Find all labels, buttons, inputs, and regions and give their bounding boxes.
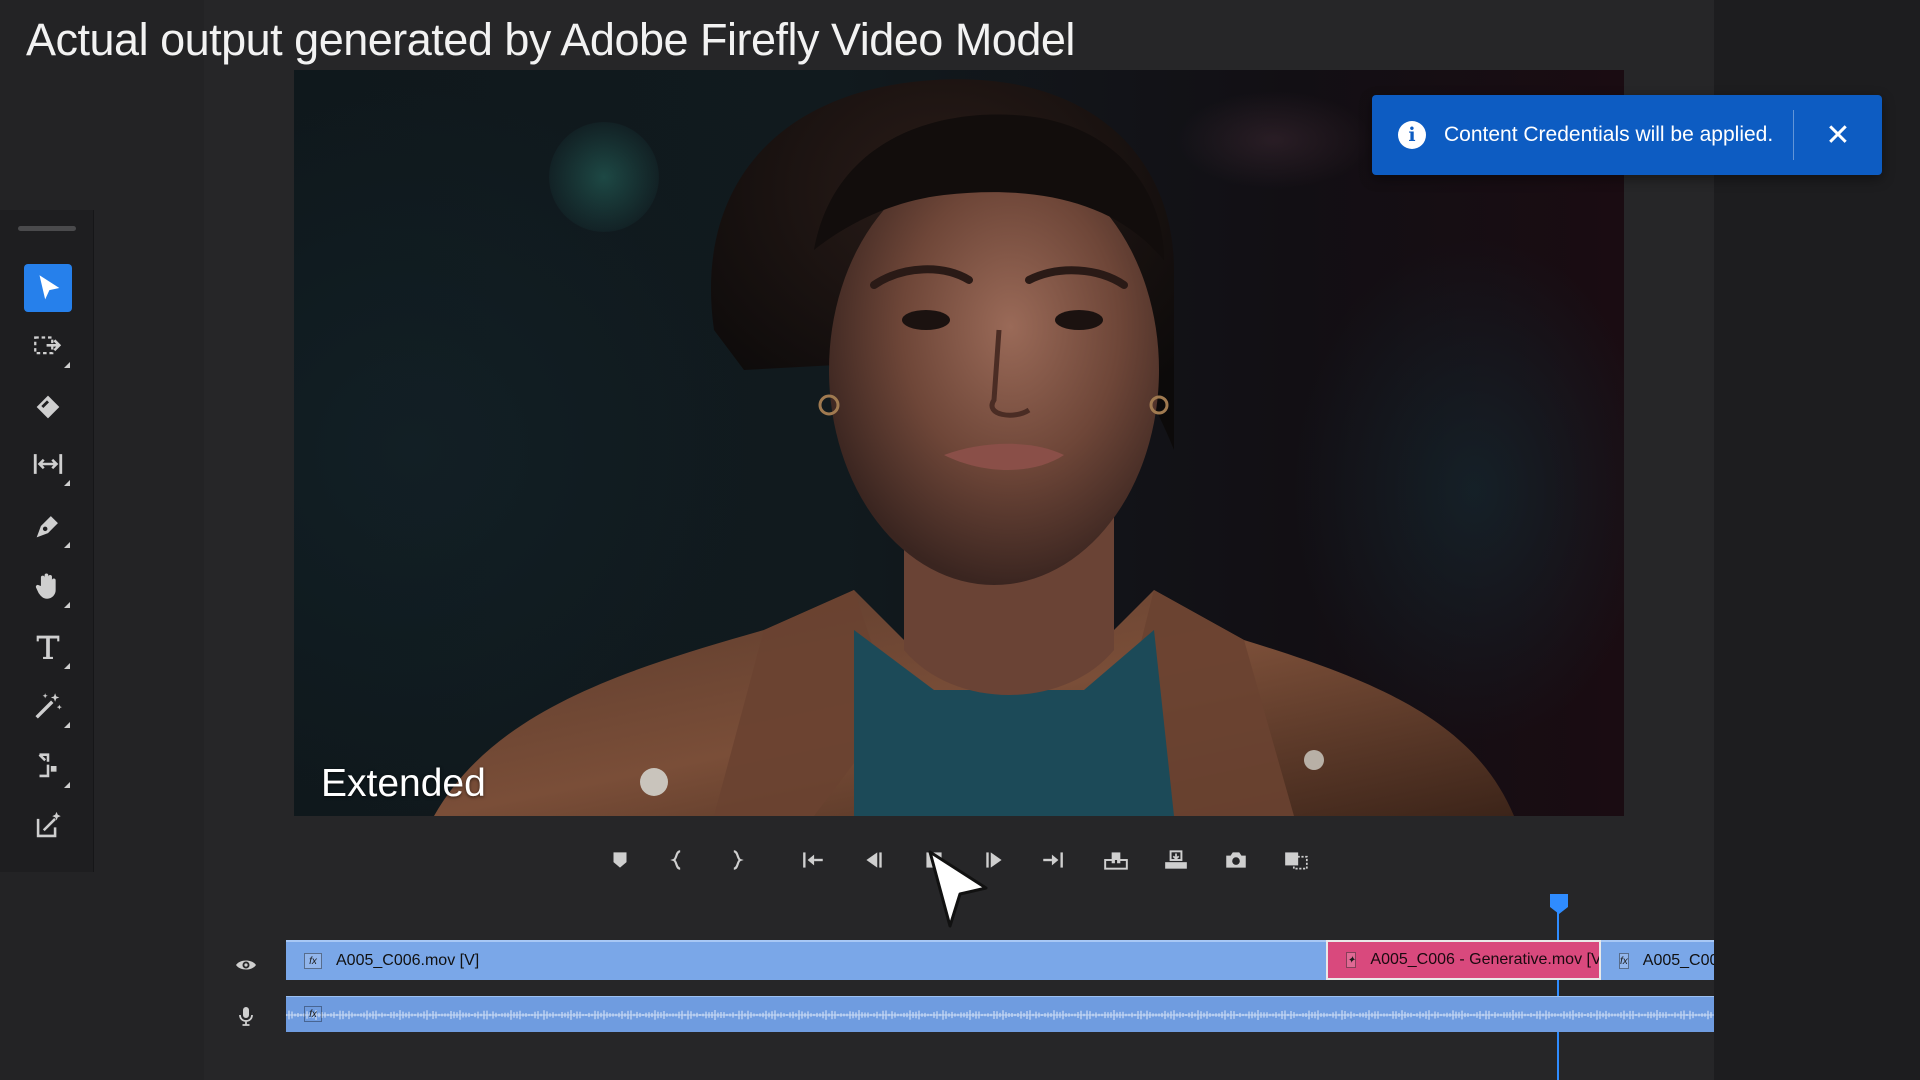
insert-button[interactable] <box>1096 838 1136 882</box>
add-marker-button[interactable] <box>600 838 640 882</box>
playhead-handle[interactable] <box>1549 893 1569 915</box>
generative-badge-icon: ✦ <box>1346 952 1357 968</box>
comparison-view-button[interactable] <box>1276 838 1316 882</box>
step-back-icon <box>866 852 882 868</box>
hand-tool[interactable] <box>24 562 72 610</box>
arrow-pointer-icon <box>39 275 60 300</box>
clip-name: A005_C006 <box>1642 952 1714 969</box>
pen-icon <box>36 516 58 538</box>
mark-out-icon <box>733 850 744 870</box>
woman-portrait-image <box>434 79 1514 816</box>
comparison-view-icon <box>1285 852 1308 870</box>
mark-in-icon <box>670 850 681 870</box>
hand-icon <box>35 573 56 599</box>
fx-badge-icon: fx <box>304 1006 322 1022</box>
go-to-in-button[interactable] <box>793 838 833 882</box>
panel-grip[interactable] <box>18 226 76 231</box>
overwrite-icon <box>1165 850 1187 869</box>
toast-message: Content Credentials will be applied. <box>1444 123 1774 146</box>
sparkle-export-icon <box>36 811 61 838</box>
close-icon[interactable]: ✕ <box>1794 95 1882 175</box>
tools-panel <box>0 210 94 872</box>
mark-out-button[interactable] <box>716 838 756 882</box>
add-marker-icon <box>613 852 627 868</box>
type-tool[interactable] <box>24 623 72 671</box>
go-to-in-icon <box>803 852 823 868</box>
type-icon <box>36 635 60 660</box>
track-select-forward-tool[interactable] <box>24 322 72 370</box>
preview-overlay-label: Extended <box>321 762 486 805</box>
program-monitor-preview: Extended <box>294 70 1624 816</box>
audio-track-record[interactable] <box>232 1002 260 1030</box>
insert-icon <box>1104 852 1128 870</box>
track-select-icon <box>34 336 62 355</box>
fx-badge-icon: fx <box>1619 953 1629 969</box>
clip-name: A005_C006.mov [V] <box>336 952 480 969</box>
info-icon: i <box>1398 121 1426 149</box>
fx-badge-icon: fx <box>304 953 322 969</box>
step-back-button[interactable] <box>854 838 894 882</box>
clip-name: A005_C006 - Generative.mov [V] <box>1370 951 1601 968</box>
eye-icon <box>236 960 256 970</box>
mark-in-button[interactable] <box>658 838 698 882</box>
razor-tool[interactable] <box>24 383 72 431</box>
video-track-visibility[interactable] <box>232 951 260 979</box>
selection-tool[interactable] <box>24 264 72 312</box>
timeline-clip-generative[interactable]: ✦ A005_C006 - Generative.mov [V] <box>1326 940 1601 980</box>
generative-extend-tool[interactable] <box>24 682 72 730</box>
export-frame-icon <box>1226 852 1246 868</box>
razor-icon <box>36 395 60 419</box>
slip-icon <box>33 454 63 474</box>
pen-tool[interactable] <box>24 502 72 550</box>
audio-track-a1[interactable]: fx <box>286 996 1714 1032</box>
ripple-edit-tool[interactable] <box>24 742 72 790</box>
content-credentials-toast: i Content Credentials will be applied. ✕ <box>1372 95 1882 175</box>
go-to-out-button[interactable] <box>1033 838 1073 882</box>
timeline-clip[interactable]: fx A005_C006.mov [V] <box>286 940 1326 980</box>
magic-wand-icon <box>35 693 62 719</box>
export-frame-tool[interactable] <box>24 802 72 850</box>
slip-tool[interactable] <box>24 440 72 488</box>
audio-waveform <box>286 1010 1714 1020</box>
overwrite-button[interactable] <box>1156 838 1196 882</box>
export-frame-button[interactable] <box>1216 838 1256 882</box>
video-caption: Actual output generated by Adobe Firefly… <box>26 14 1075 65</box>
microphone-icon <box>239 1007 253 1026</box>
mouse-cursor-icon <box>928 850 988 928</box>
ripple-edit-icon <box>38 753 57 778</box>
go-to-out-icon <box>1043 852 1063 868</box>
timeline-clip[interactable]: fx A005_C006 <box>1601 940 1714 980</box>
video-track-v1: fx A005_C006.mov [V] ✦ A005_C006 - Gener… <box>286 940 1714 980</box>
